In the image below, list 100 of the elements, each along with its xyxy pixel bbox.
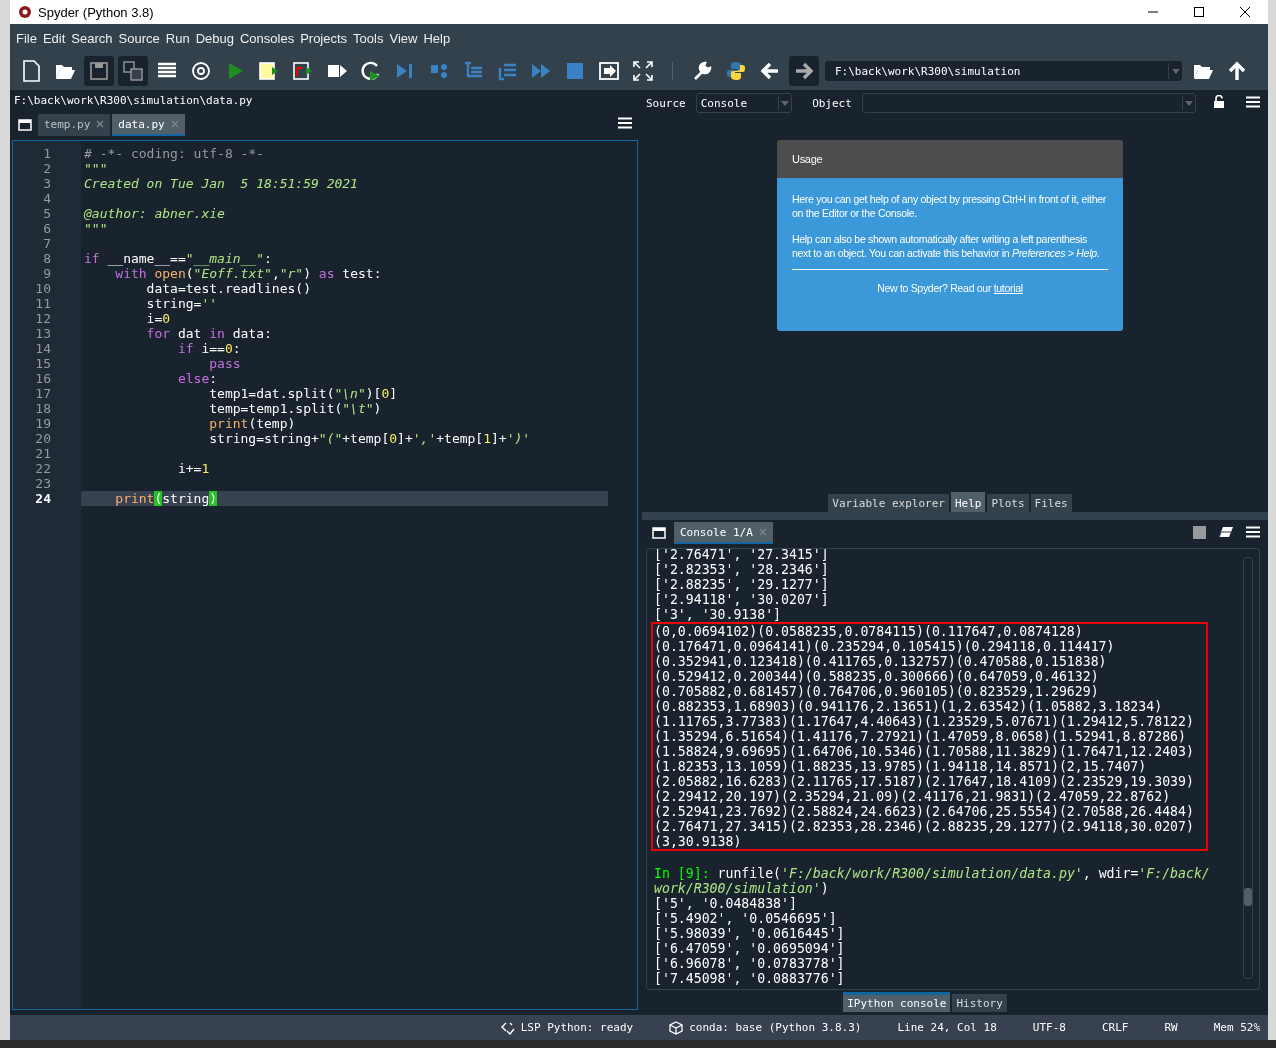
back-arrow-icon[interactable] bbox=[759, 60, 781, 82]
eraser-icon[interactable] bbox=[1218, 526, 1234, 538]
status-item: Mem 52% bbox=[1213, 1021, 1260, 1034]
caret-icon[interactable] bbox=[1171, 68, 1180, 74]
line-number: 24 bbox=[34, 491, 52, 506]
maximize-icon[interactable] bbox=[1194, 7, 1204, 17]
code-line: else: bbox=[176, 371, 219, 386]
code-check-icon bbox=[500, 1020, 515, 1035]
menu-item[interactable]: Debug bbox=[192, 30, 237, 46]
line-number: 5 bbox=[42, 206, 52, 221]
cube-icon bbox=[669, 1020, 684, 1035]
status-item: CRLF bbox=[1101, 1021, 1129, 1034]
menu-icon[interactable] bbox=[1246, 95, 1260, 108]
menu-item[interactable]: Run bbox=[162, 30, 193, 46]
console-output-line: (3,30.9138) bbox=[654, 834, 743, 849]
code-line: temp=temp1.split("\t") bbox=[208, 401, 383, 416]
code-line: i=0 bbox=[145, 311, 172, 326]
console-output-line: ['2.82353', '28.2346'] bbox=[654, 562, 830, 577]
save-icon[interactable] bbox=[88, 60, 110, 82]
console-output-line: (1.11765,3.77383)(1.17647,4.40643)(1.23529,5.07671)(1.29412,5.78122) bbox=[654, 714, 1195, 729]
rerun-icon[interactable] bbox=[360, 60, 382, 82]
menu-icon[interactable] bbox=[1246, 526, 1260, 538]
console-output-line: (0.882353,1.68903)(0.941176,2.13651)(1,2.63542)(1.05882,3.18234) bbox=[654, 699, 1164, 714]
menu-item[interactable]: Help bbox=[420, 30, 454, 46]
menu-item[interactable]: Search bbox=[68, 30, 116, 46]
line-number: 4 bbox=[42, 191, 52, 206]
window-title: Spyder (Python 3.8) bbox=[38, 4, 155, 20]
line-number: 15 bbox=[34, 356, 52, 371]
code-line: """ bbox=[83, 161, 109, 176]
fullscreen-icon[interactable] bbox=[632, 60, 654, 82]
object-label: Object bbox=[812, 96, 852, 110]
line-number: 6 bbox=[42, 221, 52, 236]
run-cell-advance-icon[interactable] bbox=[292, 60, 314, 82]
caret-icon[interactable] bbox=[781, 100, 790, 106]
line-number: 12 bbox=[34, 311, 52, 326]
line-number: 1 bbox=[42, 146, 52, 161]
close-icon[interactable] bbox=[1240, 7, 1250, 17]
tutorial-prompt: New to Spyder? Read our bbox=[877, 282, 992, 294]
console-output-line: (0,0.0694102)(0.0588235,0.0784115)(0.117647,0.0874128) bbox=[654, 624, 1084, 639]
menu-icon[interactable] bbox=[618, 116, 632, 129]
python-icon[interactable] bbox=[725, 60, 747, 82]
menu-item[interactable]: Edit bbox=[39, 30, 69, 46]
menu-item[interactable]: Source bbox=[115, 30, 163, 46]
pane-tab[interactable]: Help bbox=[950, 492, 986, 512]
path-field[interactable]: F:\back\work\R300\simulation bbox=[825, 61, 1182, 81]
line-number: 20 bbox=[34, 431, 52, 446]
console-output-line: ['6.96078', '0.0783778'] bbox=[654, 956, 846, 971]
console-output-line: (0.176471,0.0964141)(0.235294,0.105415)(0.294118,0.114417) bbox=[654, 639, 1116, 654]
source-label: Source bbox=[646, 96, 686, 110]
card-title: Usage bbox=[792, 153, 823, 165]
up-arrow-icon[interactable] bbox=[1226, 60, 1248, 82]
code-line: string=string+"("+temp[0]+','+temp[1]+')' bbox=[208, 431, 532, 446]
stop-icon[interactable] bbox=[1193, 525, 1206, 539]
file-tab[interactable]: temp.py bbox=[38, 114, 111, 136]
code-line: print(temp) bbox=[208, 416, 297, 431]
console-output-line: ['3', '30.9138'] bbox=[654, 607, 783, 622]
line-number: 18 bbox=[34, 401, 52, 416]
forward-arrow-icon[interactable] bbox=[793, 60, 815, 82]
console-output-line: (2.52941,23.7692)(2.58824,24.6623)(2.64706,25.5554)(2.70588,26.4484) bbox=[654, 804, 1195, 819]
save-all-icon[interactable] bbox=[122, 60, 144, 82]
console-tab[interactable]: Console 1/A bbox=[674, 522, 773, 544]
line-number: 7 bbox=[42, 236, 52, 251]
pane-tab[interactable]: IPython console bbox=[843, 992, 951, 1012]
pane-tab[interactable]: Files bbox=[1030, 494, 1072, 512]
line-number: 2 bbox=[42, 161, 52, 176]
line-number: 23 bbox=[34, 476, 52, 491]
console-output-line: ['2.88235', '29.1277'] bbox=[654, 577, 830, 592]
source-dropdown[interactable]: Console bbox=[695, 93, 793, 113]
line-number: 11 bbox=[34, 296, 52, 311]
object-field[interactable] bbox=[861, 93, 1196, 113]
stop-icon[interactable] bbox=[564, 60, 586, 82]
maximize-pane-icon[interactable] bbox=[598, 60, 620, 82]
run-cell-icon[interactable] bbox=[258, 60, 280, 82]
line-number: 16 bbox=[34, 371, 52, 386]
pane-tab[interactable]: Plots bbox=[987, 494, 1029, 512]
pane-tab[interactable]: Variable explorer bbox=[828, 494, 949, 512]
caret-icon[interactable] bbox=[1185, 100, 1193, 106]
file-path: F:\back\work\R300\simulation\data.py bbox=[13, 93, 254, 109]
menu-item[interactable]: Tools bbox=[350, 30, 387, 46]
lock-icon[interactable] bbox=[1214, 95, 1224, 108]
scrollbar[interactable] bbox=[1243, 557, 1253, 979]
status-item: UTF-8 bbox=[1032, 1021, 1066, 1034]
menu-item[interactable]: File bbox=[13, 30, 40, 46]
status-item: Line 24, Col 18 bbox=[897, 1021, 997, 1034]
code-line: for dat in data: bbox=[145, 326, 273, 341]
console-output-line: (2.05882,16.6283)(2.11765,17.5187)(2.17647,18.4109)(2.23529,19.3039) bbox=[654, 774, 1195, 789]
window-icon[interactable] bbox=[18, 119, 32, 131]
menu-item[interactable]: Projects bbox=[297, 30, 351, 46]
line-number: 3 bbox=[42, 176, 52, 191]
menu-item[interactable]: View bbox=[386, 30, 421, 46]
code-line: # -*- coding: utf-8 -*- bbox=[83, 146, 265, 161]
console-output-line: ['2.76471', '27.3415'] bbox=[654, 549, 830, 562]
code-line: with open("Eoff.txt","r") as test: bbox=[114, 266, 383, 281]
window-icon[interactable] bbox=[652, 527, 666, 539]
pane-tab[interactable]: History bbox=[952, 994, 1007, 1012]
menu-item[interactable]: Consoles bbox=[236, 30, 298, 46]
file-tab[interactable]: data.py bbox=[112, 114, 185, 136]
code-line: pass bbox=[208, 356, 242, 371]
new-file-icon[interactable] bbox=[20, 60, 42, 82]
code-line: if __name__=="__main__": bbox=[83, 251, 273, 266]
